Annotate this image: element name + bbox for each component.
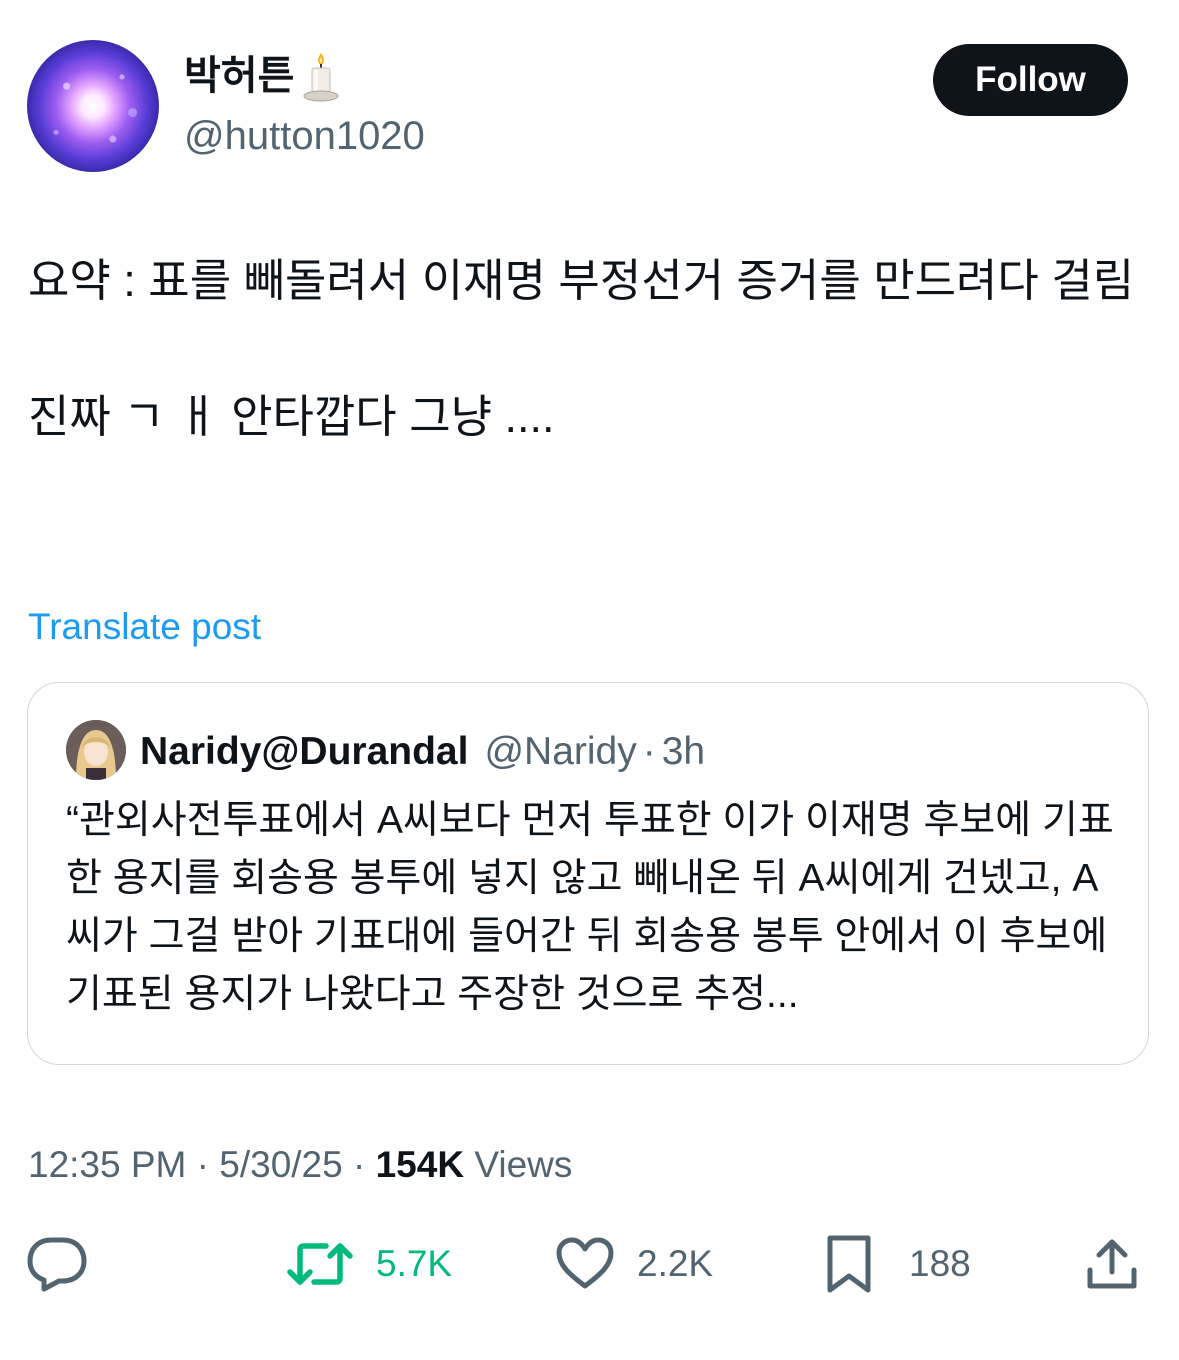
post-time[interactable]: 12:35 PM: [28, 1144, 186, 1185]
quoted-author-handle[interactable]: @Naridy: [484, 726, 636, 778]
reply-icon: [27, 1237, 87, 1292]
quoted-post-header: Naridy@Durandal @Naridy · 3h: [140, 726, 705, 778]
follow-button[interactable]: Follow: [933, 44, 1128, 116]
candle-emoji-icon: [300, 50, 342, 102]
translate-post-link[interactable]: Translate post: [28, 603, 261, 651]
share-button[interactable]: [1084, 1232, 1140, 1296]
author-display-name-row[interactable]: 박허튼: [184, 50, 342, 102]
quoted-author-avatar: [66, 720, 126, 780]
like-count: 2.2K: [637, 1243, 714, 1284]
tweet-text: 요약 : 표를 빼돌려서 이재명 부정선거 증거를 만드려다 걸림 진짜 ㄱ ㅐ…: [28, 255, 1135, 442]
bookmark-button[interactable]: 188: [825, 1232, 971, 1296]
bookmark-icon: [827, 1235, 871, 1293]
author-avatar[interactable]: [27, 40, 159, 172]
quoted-post-time: 3h: [661, 730, 706, 773]
heart-icon: [556, 1237, 614, 1289]
repost-count: 5.7K: [376, 1243, 453, 1284]
quoted-post-text: “관외사전투표에서 A씨보다 먼저 투표한 이가 이재명 후보에 기표한 용지를…: [66, 799, 1114, 1016]
like-button[interactable]: 2.2K: [555, 1232, 713, 1296]
quoted-author-name[interactable]: Naridy@Durandal: [140, 726, 468, 778]
meta-separator: ·: [353, 1144, 366, 1185]
post-meta: 12:35 PM · 5/30/25 · 154K Views: [28, 1140, 572, 1190]
reply-button[interactable]: [26, 1232, 88, 1296]
share-icon: [1087, 1239, 1137, 1289]
views-label: Views: [474, 1144, 573, 1185]
quoted-separator: ·: [642, 730, 656, 773]
repost-button[interactable]: 5.7K: [286, 1232, 452, 1296]
views-count: 154K: [375, 1144, 465, 1185]
repost-icon: [287, 1243, 353, 1285]
post-date[interactable]: 5/30/25: [219, 1144, 342, 1185]
author-display-name[interactable]: 박허튼: [184, 50, 294, 102]
meta-separator: ·: [196, 1144, 209, 1185]
author-handle[interactable]: @hutton1020: [184, 110, 425, 162]
bookmark-count: 188: [909, 1243, 971, 1284]
